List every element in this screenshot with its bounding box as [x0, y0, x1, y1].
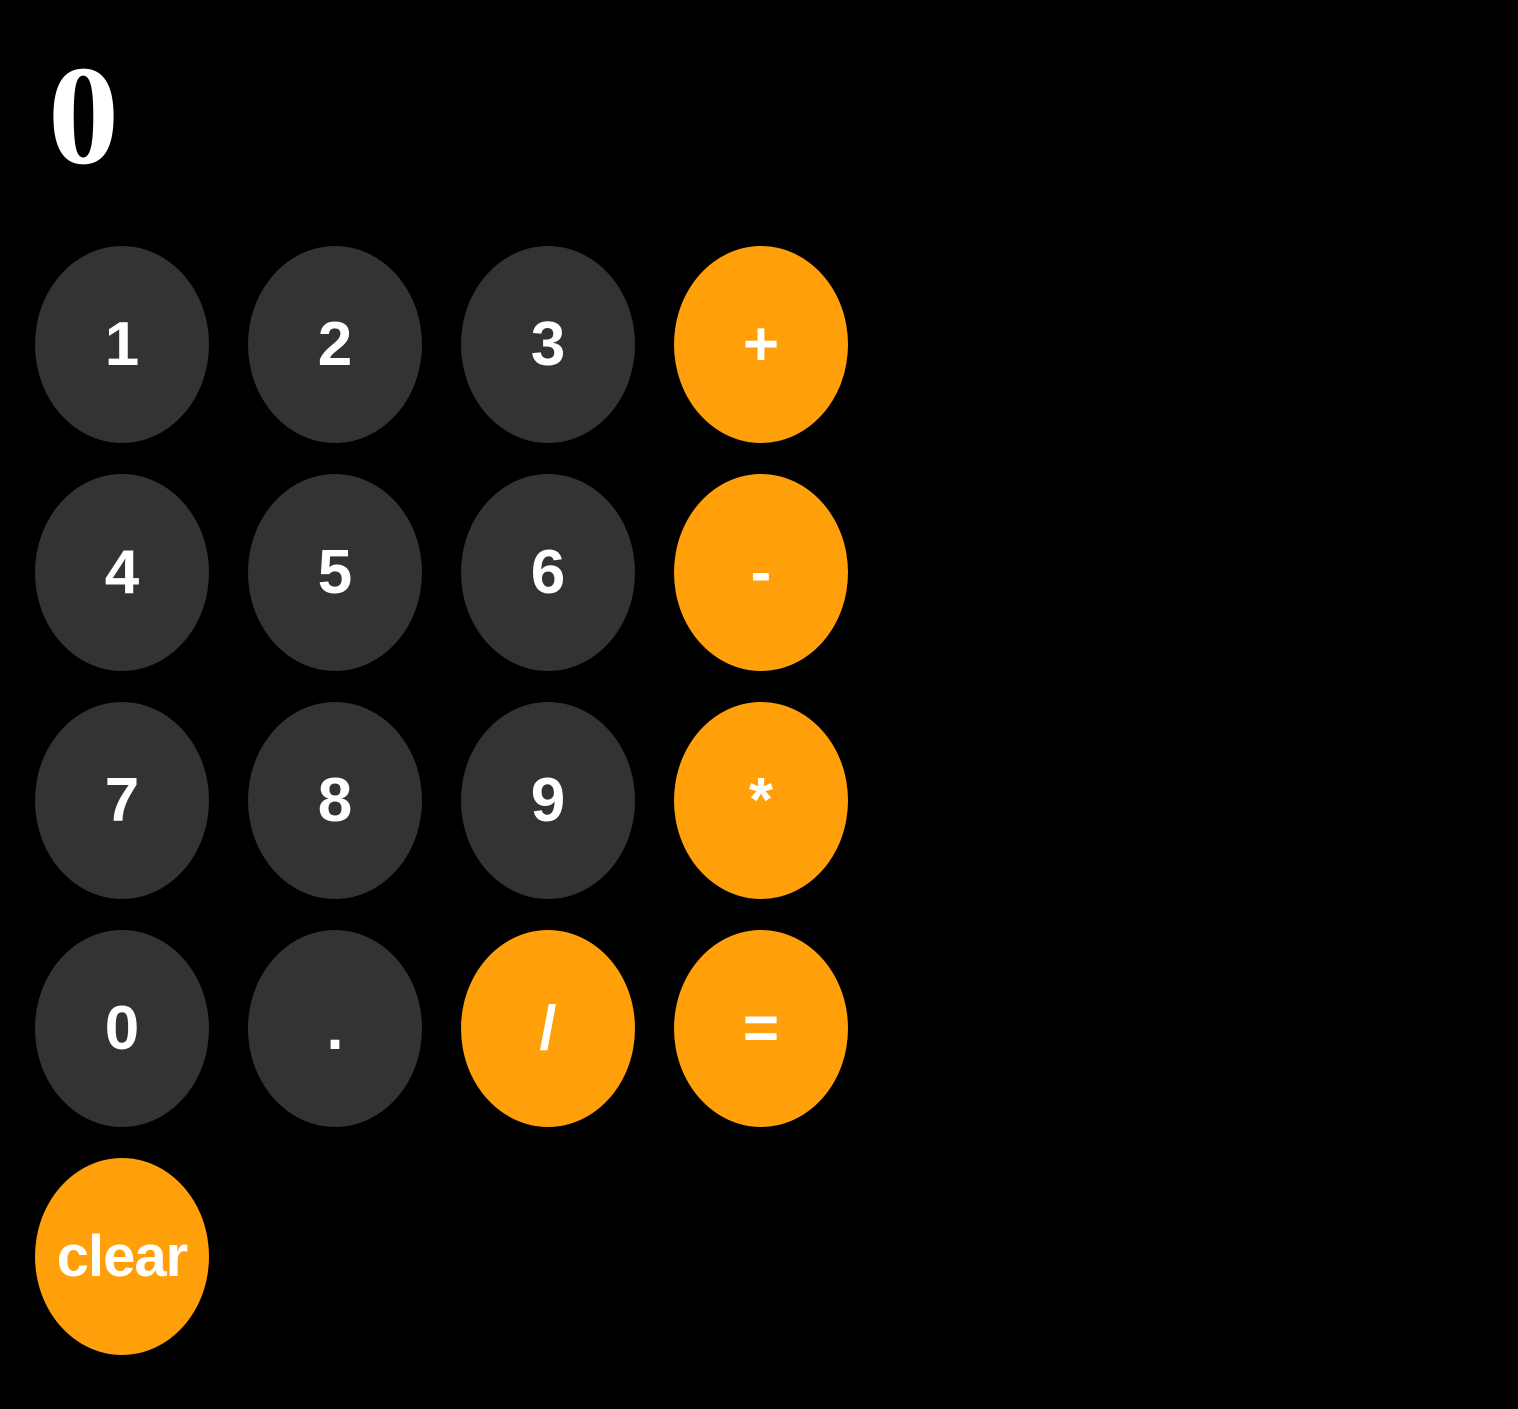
- key-decimal[interactable]: .: [248, 930, 422, 1127]
- key-2[interactable]: 2: [248, 246, 422, 443]
- key-0[interactable]: 0: [35, 930, 209, 1127]
- display-value: 0: [48, 36, 119, 194]
- calculator: 0 1 2 3 + 4 5 6 - 7 8 9 * 0 . / = clear: [0, 0, 1518, 1409]
- key-minus[interactable]: -: [674, 474, 848, 671]
- clear-button[interactable]: clear: [35, 1158, 209, 1355]
- key-equals[interactable]: =: [674, 930, 848, 1127]
- key-7[interactable]: 7: [35, 702, 209, 899]
- key-9[interactable]: 9: [461, 702, 635, 899]
- key-8[interactable]: 8: [248, 702, 422, 899]
- key-3[interactable]: 3: [461, 246, 635, 443]
- keypad: 1 2 3 + 4 5 6 - 7 8 9 * 0 . / = clear: [35, 246, 848, 1355]
- key-multiply[interactable]: *: [674, 702, 848, 899]
- key-1[interactable]: 1: [35, 246, 209, 443]
- key-divide[interactable]: /: [461, 930, 635, 1127]
- key-5[interactable]: 5: [248, 474, 422, 671]
- key-plus[interactable]: +: [674, 246, 848, 443]
- key-4[interactable]: 4: [35, 474, 209, 671]
- key-6[interactable]: 6: [461, 474, 635, 671]
